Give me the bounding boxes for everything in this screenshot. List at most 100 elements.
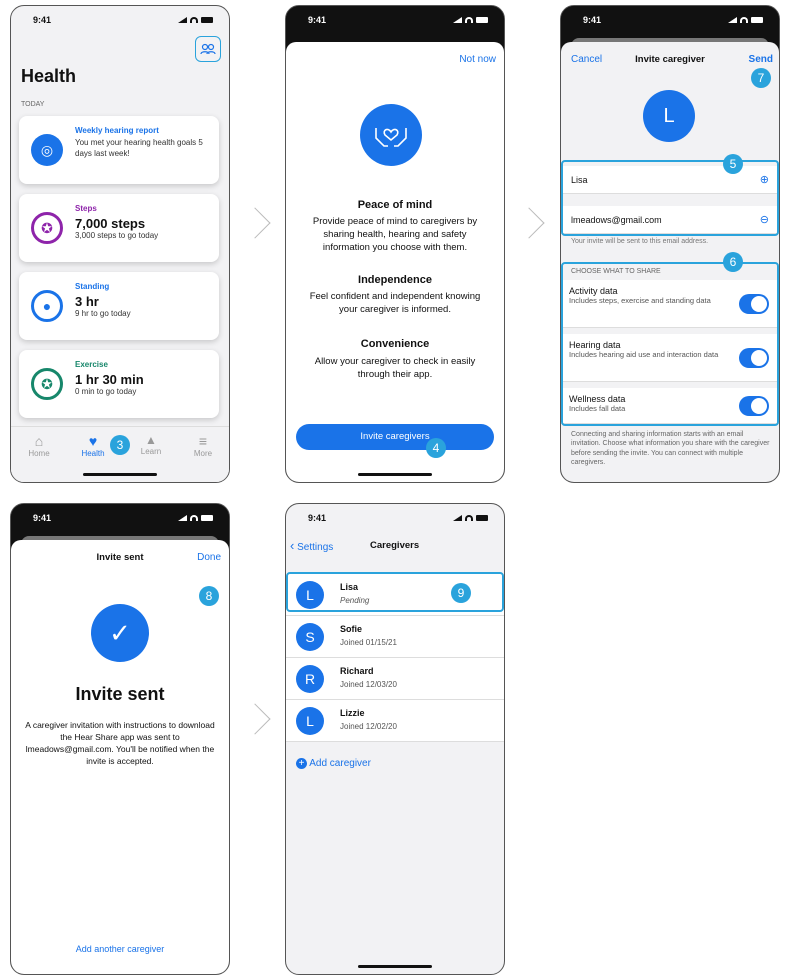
caregiver-status: Joined 12/03/20 <box>340 680 397 689</box>
phone-caregivers: 9:41 ‹ Settings Caregivers L Lisa Pendin… <box>285 503 505 975</box>
card-subtitle: 0 min to go today <box>75 387 137 396</box>
status-time: 9:41 <box>308 513 327 523</box>
step-badge: 8 <box>199 586 219 606</box>
home-icon: ⌂ <box>34 433 44 449</box>
battery-icon <box>476 17 488 23</box>
wifi-icon <box>190 17 198 23</box>
add-caregiver-label: Add caregiver <box>309 758 371 769</box>
step-badge: 5 <box>723 154 743 174</box>
chevron-right-icon <box>239 703 271 735</box>
sheet-title: Invite caregiver <box>635 54 705 65</box>
wifi-icon <box>465 515 473 521</box>
not-now-button[interactable]: Not now <box>459 54 496 65</box>
status-bar: 9:41 <box>11 6 229 34</box>
graduation-cap-icon: ▲ <box>145 433 157 447</box>
contact-highlight <box>561 160 779 236</box>
chevron-right-icon <box>513 207 545 239</box>
chevron-left-icon: ‹ <box>290 538 295 553</box>
card-kicker: Weekly hearing report <box>75 126 159 135</box>
page-title: Caregivers <box>370 540 420 551</box>
caregiver-row[interactable]: R Richard Joined 12/03/20 <box>286 658 504 700</box>
status-bar: 9:41 <box>286 6 504 34</box>
tab-more[interactable]: ≡ More <box>185 433 221 458</box>
standing-card[interactable]: ● Standing 3 hr 9 hr to go today <box>19 272 219 340</box>
signal-icon <box>453 17 462 23</box>
status-time: 9:41 <box>583 15 602 25</box>
send-button[interactable]: Send <box>749 54 773 65</box>
exercise-card[interactable]: ✪ Exercise 1 hr 30 min 0 min to go today <box>19 350 219 418</box>
avatar: L <box>296 707 324 735</box>
tab-label: Health <box>81 449 105 458</box>
independence-text: Feel confident and independent knowing y… <box>309 291 481 315</box>
tab-label: Learn <box>140 447 162 456</box>
hearing-report-card[interactable]: ◎ Weekly hearing report You met your hea… <box>19 116 219 184</box>
caregiver-status: Joined 01/15/21 <box>340 638 397 647</box>
independence-heading: Independence <box>358 274 432 286</box>
phone-health: 9:41 Health TODAY ◎ Weekly hearing repor… <box>10 5 230 483</box>
steps-card[interactable]: ✪ Steps 7,000 steps 3,000 steps to go to… <box>19 194 219 262</box>
tab-health[interactable]: ♥ Health <box>75 433 111 458</box>
people-icon <box>200 43 216 55</box>
heart-icon: ♥ <box>88 433 98 449</box>
phone-invite-sent: 9:41 Invite sent Done 8 ✓ Invite sent A … <box>10 503 230 975</box>
status-icons <box>453 17 488 23</box>
caregiver-name: Lizzie <box>340 708 365 718</box>
add-another-caregiver-link[interactable]: Add another caregiver <box>11 944 229 954</box>
checkmark-icon: ✓ <box>91 604 149 662</box>
card-subtitle: 9 hr to go today <box>75 309 131 318</box>
sent-heading: Invite sent <box>75 684 165 704</box>
back-button[interactable]: ‹ Settings <box>290 538 333 553</box>
status-icons <box>178 17 213 23</box>
phone-invite: 9:41 Cancel Invite caregiver Send 7 L Li… <box>560 5 780 483</box>
tab-label: More <box>193 449 213 458</box>
status-time: 9:41 <box>33 513 52 523</box>
card-subtitle: You met your hearing health goals 5 days… <box>75 138 203 158</box>
battery-icon <box>751 17 763 23</box>
card-value: 7,000 steps <box>75 216 146 231</box>
share-button[interactable] <box>195 36 221 62</box>
peace-heading: Peace of mind <box>357 199 433 211</box>
card-kicker: Exercise <box>75 360 108 369</box>
onboarding-sheet: Not now Peace of mind Provide peace of m… <box>286 42 504 482</box>
home-indicator <box>358 473 432 476</box>
standing-icon: ● <box>31 290 63 322</box>
status-time: 9:41 <box>308 15 327 25</box>
status-bar: 9:41 <box>286 504 504 532</box>
status-icons <box>728 17 763 23</box>
pending-highlight <box>286 572 504 612</box>
signal-icon <box>728 17 737 23</box>
caregiver-name: Richard <box>340 666 374 676</box>
step-badge: 9 <box>451 583 471 603</box>
card-value: 1 hr 30 min <box>75 372 144 387</box>
caregiver-row[interactable]: L Lizzie Joined 12/02/20 <box>286 700 504 742</box>
peace-text: Provide peace of mind to caregivers by s… <box>312 216 478 253</box>
tab-label: Home <box>28 449 50 458</box>
signal-icon <box>178 17 187 23</box>
status-time: 9:41 <box>33 15 52 25</box>
chevron-right-icon <box>239 207 271 239</box>
caregiver-name: Sofie <box>340 624 363 634</box>
invite-sent-sheet: Invite sent Done 8 ✓ Invite sent A careg… <box>11 540 229 974</box>
step-badge: 3 <box>110 435 130 455</box>
caregiver-row[interactable]: S Sofie Joined 01/15/21 <box>286 616 504 658</box>
tab-home[interactable]: ⌂ Home <box>21 433 57 458</box>
plus-circle-icon: + <box>296 758 307 769</box>
caregiver-status: Joined 12/02/20 <box>340 722 397 731</box>
battery-icon <box>476 515 488 521</box>
card-subtitle: 3,000 steps to go today <box>75 231 159 240</box>
invite-sheet: Cancel Invite caregiver Send 7 L Lisa ⊕ … <box>561 42 779 482</box>
avatar: S <box>296 623 324 651</box>
section-label: TODAY <box>21 101 45 108</box>
battery-icon <box>201 17 213 23</box>
tab-learn[interactable]: ▲ Learn <box>133 433 169 456</box>
add-caregiver-button[interactable]: + Add caregiver <box>296 758 371 769</box>
card-kicker: Standing <box>75 282 110 291</box>
share-highlight <box>561 262 779 426</box>
back-label: Settings <box>297 542 334 553</box>
card-kicker: Steps <box>75 204 97 213</box>
wifi-icon <box>740 17 748 23</box>
email-note: Your invite will be sent to this email a… <box>571 238 709 245</box>
invite-caregivers-button[interactable]: Invite caregivers <box>296 424 494 450</box>
wifi-icon <box>190 515 198 521</box>
done-button[interactable]: Done <box>197 552 221 563</box>
